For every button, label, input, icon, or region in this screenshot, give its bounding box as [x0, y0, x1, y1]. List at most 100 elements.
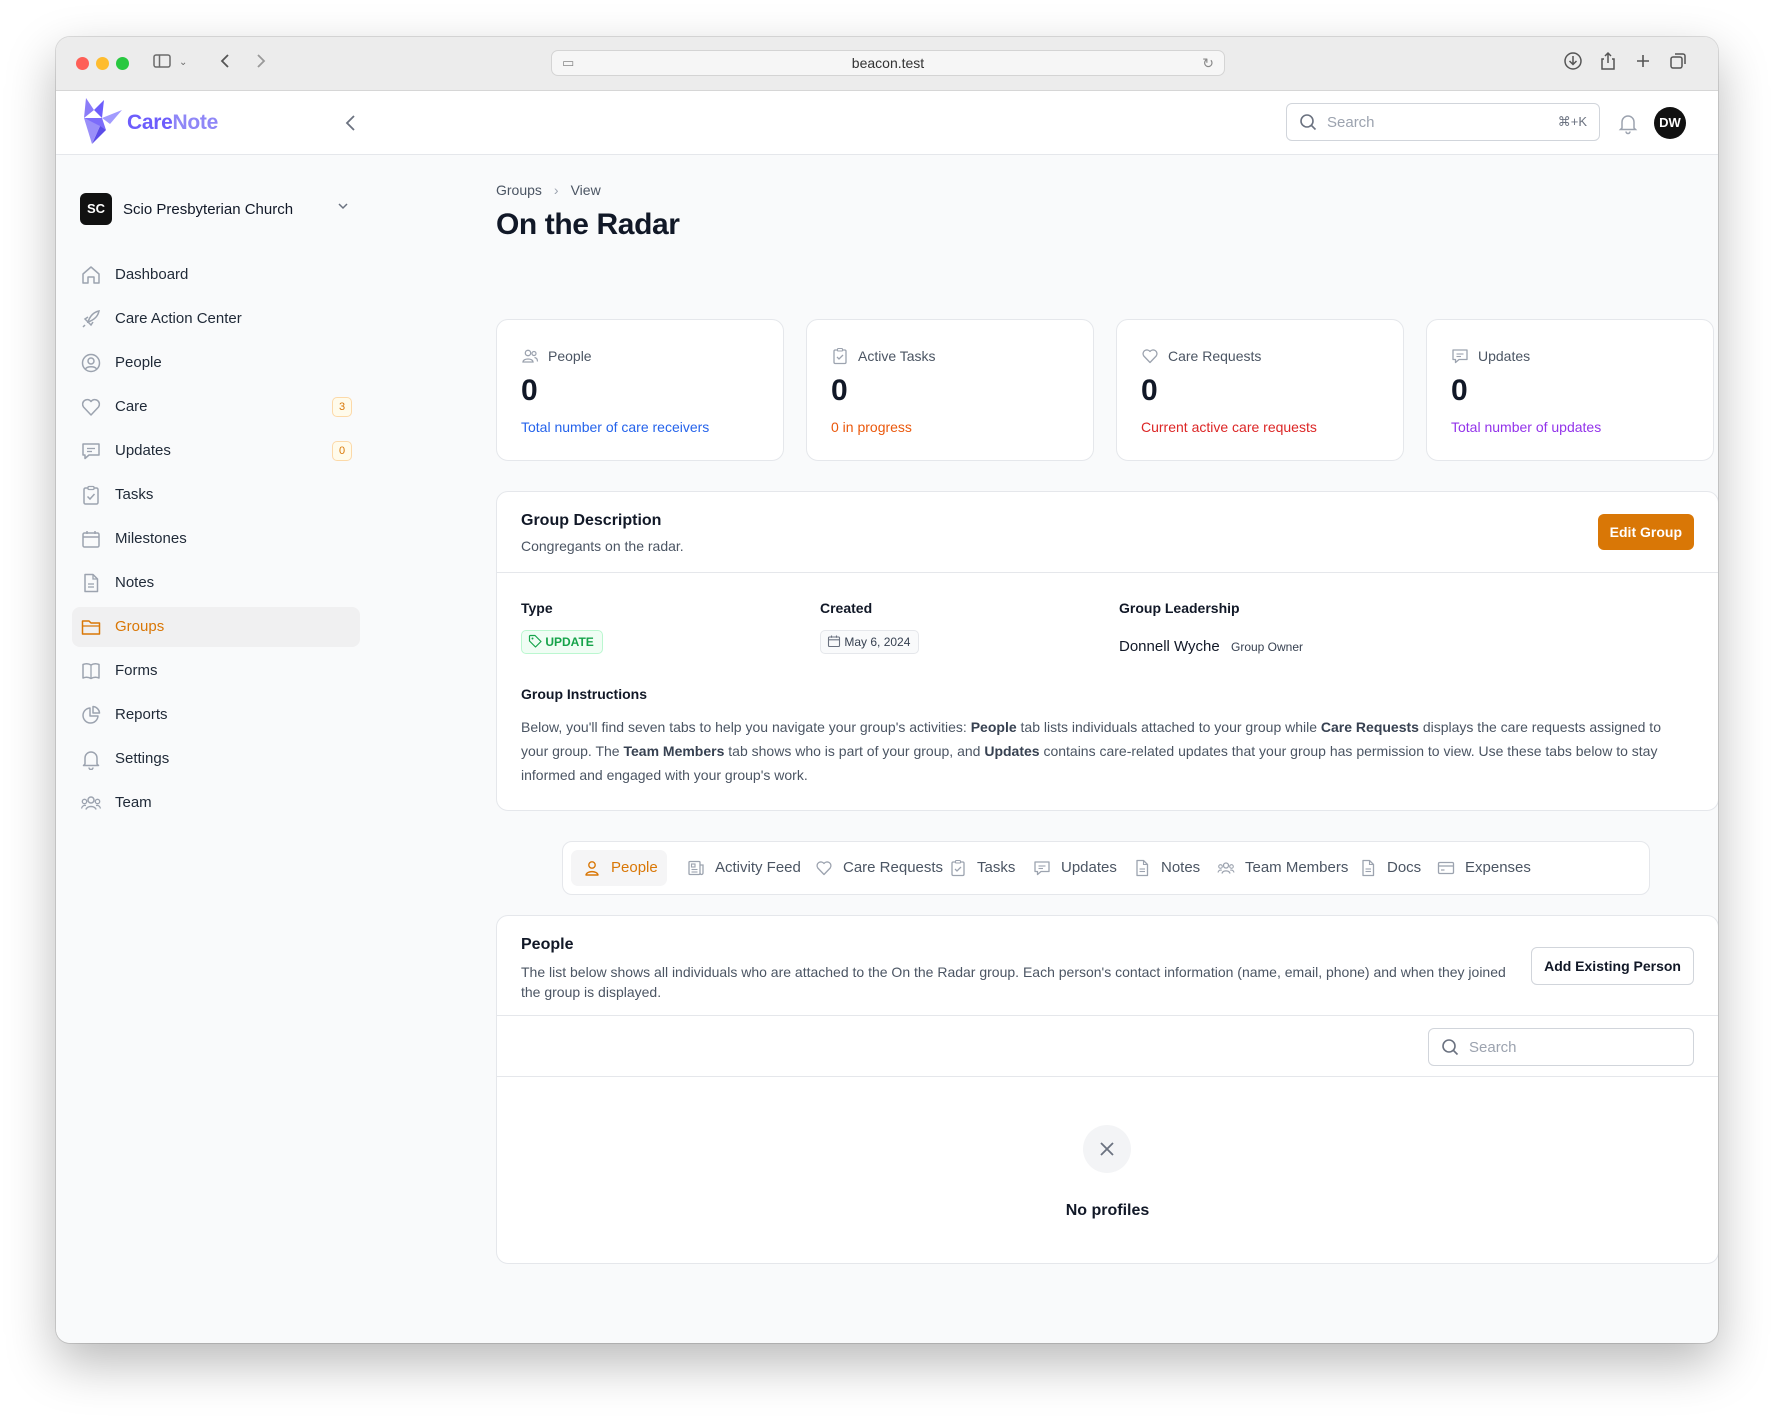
stat-label: Care Requests: [1168, 348, 1262, 364]
clipboard-icon: [949, 859, 967, 877]
carenote-logo[interactable]: [80, 96, 126, 148]
browser-window: ⌄ ▭ beacon.test ↻ CareNote Search ⌘+K DW…: [56, 37, 1718, 1343]
org-badge: SC: [80, 193, 112, 225]
sidebar-item-groups[interactable]: Groups: [72, 607, 360, 647]
tab-label: Team Members: [1245, 859, 1349, 876]
sidebar-item-label: Care: [115, 398, 148, 415]
collapse-sidebar-button[interactable]: [336, 108, 366, 138]
type-badge: UPDATE: [521, 630, 603, 654]
leader-name[interactable]: Donnell Wyche: [1119, 638, 1220, 655]
tab-team-members[interactable]: Team Members: [1205, 850, 1349, 886]
sidebar-item-label: Care Action Center: [115, 310, 242, 327]
breadcrumb-groups[interactable]: Groups: [496, 182, 542, 198]
forward-icon[interactable]: [250, 51, 270, 71]
empty-state-text: No profiles: [1065, 1202, 1150, 1219]
sidebar-item-dashboard[interactable]: Dashboard: [72, 255, 360, 295]
tab-expenses[interactable]: Expenses: [1425, 850, 1535, 886]
group-description-text: Congregants on the radar.: [521, 538, 684, 554]
sidebar-item-settings[interactable]: Settings: [72, 739, 360, 779]
tab-notes[interactable]: Notes: [1121, 850, 1205, 886]
tab-care-requests[interactable]: Care Requests: [803, 850, 943, 886]
sidebar-item-label: People: [115, 354, 162, 371]
user-icon: [583, 859, 601, 877]
sidebar-item-label: Reports: [115, 706, 168, 723]
leader-role: Group Owner: [1231, 640, 1304, 654]
group-description-card: Group Description Congregants on the rad…: [496, 491, 1718, 811]
user-avatar[interactable]: DW: [1654, 107, 1686, 139]
chevron-right-icon: ›: [553, 182, 559, 198]
download-icon[interactable]: [1563, 51, 1583, 71]
created-date-badge: May 6, 2024: [820, 630, 920, 654]
sidebar-item-label: Notes: [115, 574, 155, 591]
reload-icon[interactable]: ↻: [1202, 51, 1214, 75]
people-search-input[interactable]: Search: [1428, 1028, 1694, 1066]
updates-count-badge: 0: [332, 441, 352, 461]
tab-label: Updates: [1061, 859, 1117, 876]
sidebar-item-label: Team: [115, 794, 152, 811]
sidebar-item-care[interactable]: Care 3: [72, 387, 360, 427]
created-value: May 6, 2024: [844, 635, 911, 649]
notifications-bell-icon[interactable]: [1616, 111, 1640, 135]
back-icon[interactable]: [216, 51, 236, 71]
sidebar-item-milestones[interactable]: Milestones: [72, 519, 360, 559]
chat-icon: [1033, 859, 1051, 877]
tab-label: Notes: [1161, 859, 1201, 876]
users-icon: [80, 792, 102, 814]
people-panel-header: People The list below shows all individu…: [497, 916, 1718, 1016]
global-search-input[interactable]: Search ⌘+K: [1286, 103, 1600, 141]
tab-label: People: [611, 859, 658, 876]
tag-icon: [528, 634, 542, 648]
sidebar-toggle-icon[interactable]: [152, 51, 172, 71]
org-name: Scio Presbyterian Church: [123, 201, 294, 218]
created-label: Created: [820, 600, 873, 616]
clipboard-icon: [831, 347, 849, 365]
stat-label: People: [548, 348, 592, 364]
tab-label: Care Requests: [843, 859, 944, 876]
heart-icon: [815, 859, 833, 877]
stat-subtitle: Current active care requests: [1141, 419, 1317, 435]
page-settings-icon[interactable]: ▭: [562, 51, 574, 75]
sidebar-item-reports[interactable]: Reports: [72, 695, 360, 735]
minimize-window-button[interactable]: [96, 57, 109, 70]
close-window-button[interactable]: [76, 57, 89, 70]
sidebar-item-tasks[interactable]: Tasks: [72, 475, 360, 515]
tab-tasks[interactable]: Tasks: [937, 850, 1021, 886]
folder-icon: [80, 616, 102, 638]
people-panel-title: People: [521, 936, 574, 953]
tab-activity-feed[interactable]: Activity Feed: [675, 850, 801, 886]
address-bar[interactable]: ▭ beacon.test ↻: [551, 50, 1225, 76]
search-shortcut: ⌘+K: [1557, 114, 1587, 129]
sidebar-item-forms[interactable]: Forms: [72, 651, 360, 691]
people-panel: People The list below shows all individu…: [496, 915, 1718, 1264]
close-icon: [1083, 1125, 1131, 1173]
sidebar-nav: Dashboard Care Action Center People Care…: [72, 255, 360, 827]
people-filter-row: Search: [497, 1016, 1718, 1077]
tab-people[interactable]: People: [571, 850, 667, 886]
group-instructions-label: Group Instructions: [521, 686, 647, 702]
bell-icon: [80, 748, 102, 770]
share-icon[interactable]: [1598, 51, 1618, 71]
search-placeholder: Search: [1327, 114, 1375, 131]
stat-subtitle: Total number of updates: [1451, 419, 1602, 435]
organization-switcher[interactable]: SC Scio Presbyterian Church: [80, 193, 350, 227]
tab-overview-icon[interactable]: [1668, 51, 1688, 71]
sidebar: SC Scio Presbyterian Church Dashboard Ca…: [56, 156, 376, 1343]
sidebar-item-notes[interactable]: Notes: [72, 563, 360, 603]
chevron-down-icon[interactable]: ⌄: [179, 51, 187, 75]
sidebar-item-team[interactable]: Team: [72, 783, 360, 823]
stat-card-active-tasks: Active Tasks 0 0 in progress: [806, 319, 1094, 461]
edit-group-button[interactable]: Edit Group: [1597, 514, 1694, 550]
rocket-icon: [80, 308, 102, 330]
sidebar-item-people[interactable]: People: [72, 343, 360, 383]
add-existing-person-button[interactable]: Add Existing Person: [1531, 947, 1694, 985]
stat-label: Updates: [1478, 348, 1531, 364]
sidebar-item-care-action-center[interactable]: Care Action Center: [72, 299, 360, 339]
stat-value: 0: [1141, 374, 1158, 407]
new-tab-icon[interactable]: [1633, 51, 1653, 71]
tab-docs[interactable]: Docs: [1347, 850, 1425, 886]
sidebar-item-label: Milestones: [115, 530, 187, 547]
breadcrumb: Groups › View: [496, 182, 601, 198]
sidebar-item-updates[interactable]: Updates 0: [72, 431, 360, 471]
zoom-window-button[interactable]: [116, 57, 129, 70]
tab-updates[interactable]: Updates: [1021, 850, 1121, 886]
